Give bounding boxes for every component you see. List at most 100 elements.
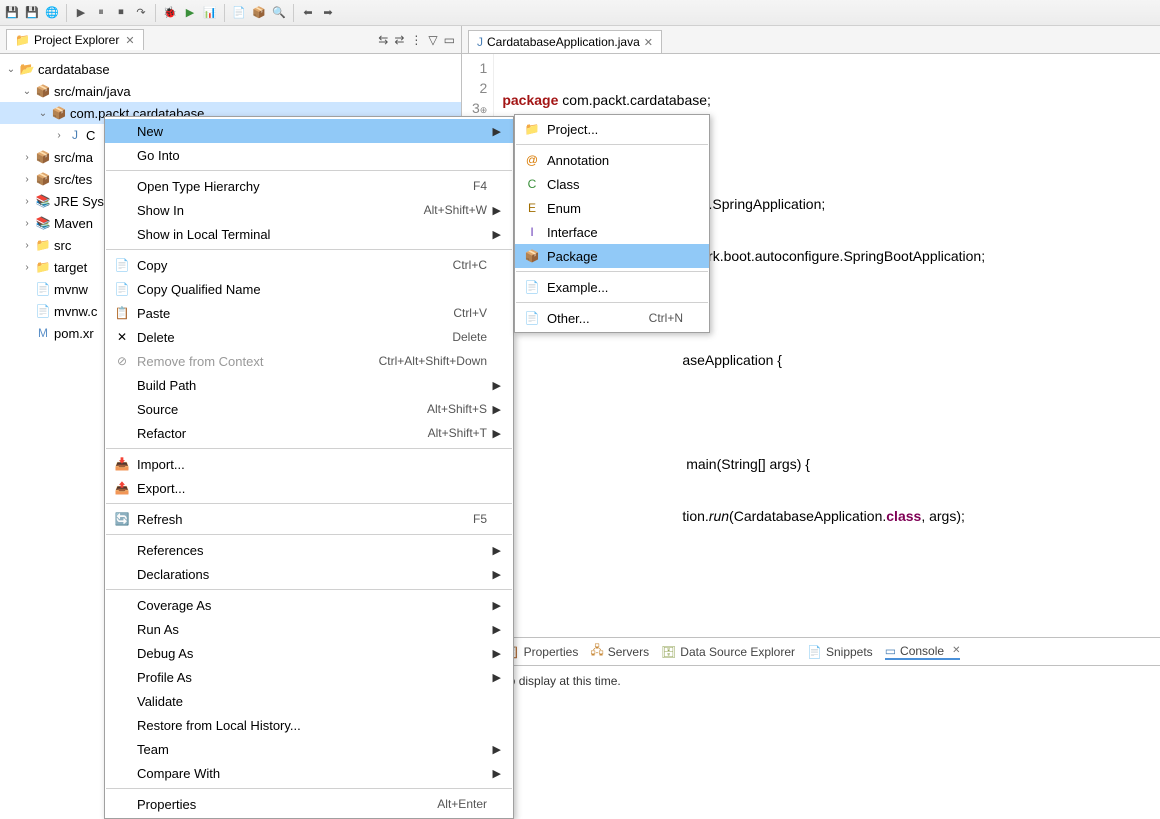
collapse-icon[interactable]: ⇆: [378, 33, 388, 47]
menu-item-annotation[interactable]: @Annotation: [515, 148, 709, 172]
code-text: ework.boot.autoconfigure.SpringBootAppli…: [682, 248, 985, 264]
menu-item-restore-from-local-history[interactable]: Restore from Local History...: [105, 713, 513, 737]
chevron-right-icon[interactable]: ›: [20, 152, 34, 163]
tab-snippets[interactable]: 📄Snippets: [807, 645, 873, 659]
console-icon: ▭: [885, 644, 896, 658]
chevron-down-icon[interactable]: ⌄: [20, 86, 34, 97]
menu-item-source[interactable]: SourceAlt+Shift+S▶: [105, 397, 513, 421]
save-all-icon[interactable]: 💾: [24, 5, 40, 21]
tree-row-project[interactable]: ⌄ 📂 cardatabase: [0, 58, 461, 80]
menu-item-coverage-as[interactable]: Coverage As▶: [105, 593, 513, 617]
menu-separator: [106, 788, 512, 789]
menu-item-paste[interactable]: 📋PasteCtrl+V: [105, 301, 513, 325]
coverage-icon[interactable]: 📊: [202, 5, 218, 21]
chevron-right-icon[interactable]: ›: [20, 196, 34, 207]
menu-item-new[interactable]: New▶: [105, 119, 513, 143]
menu-item-copy-qualified-name[interactable]: 📄Copy Qualified Name: [105, 277, 513, 301]
link-icon[interactable]: ⇄: [394, 33, 404, 47]
new-icon[interactable]: 📄: [231, 5, 247, 21]
menu-item-import[interactable]: 📥Import...: [105, 452, 513, 476]
maximize-icon[interactable]: ▭: [444, 33, 455, 47]
menu-item-compare-with[interactable]: Compare With ▶: [105, 761, 513, 785]
bug-icon[interactable]: 🐞: [162, 5, 178, 21]
menu-item-copy[interactable]: 📄CopyCtrl+C: [105, 253, 513, 277]
menu-item-export[interactable]: 📤Export...: [105, 476, 513, 500]
menu-icon: ⊘: [111, 354, 133, 368]
submenu-arrow-icon: ▶: [487, 767, 501, 780]
menu-shortcut: Delete: [432, 330, 487, 344]
menu-item-team[interactable]: Team▶: [105, 737, 513, 761]
tab-console[interactable]: ▭Console✕: [885, 644, 961, 660]
run-icon[interactable]: ▶: [73, 5, 89, 21]
menu-item-example[interactable]: 📄Example...: [515, 275, 709, 299]
menu-label: Export...: [133, 481, 467, 496]
menu-item-profile-as[interactable]: Profile As▶: [105, 665, 513, 689]
tree-row-src[interactable]: ⌄ 📦 src/main/java: [0, 80, 461, 102]
database-icon: 🗄: [661, 645, 676, 659]
back-icon[interactable]: ⬅: [300, 5, 316, 21]
explorer-title: Project Explorer: [34, 33, 119, 47]
bottom-tabs: kers 📋Properties 🖧Servers 🗄Data Source E…: [464, 638, 1160, 666]
menu-item-show-in[interactable]: Show InAlt+Shift+W▶: [105, 198, 513, 222]
menu-label: Interface: [543, 225, 663, 240]
play-green-icon[interactable]: ▶: [182, 5, 198, 21]
submenu-arrow-icon: ▶: [487, 228, 501, 241]
menu-item-show-in-local-terminal[interactable]: Show in Local Terminal▶: [105, 222, 513, 246]
menu-item-go-into[interactable]: Go Into: [105, 143, 513, 167]
file-icon: 📄: [34, 282, 52, 296]
menu-item-class[interactable]: CClass: [515, 172, 709, 196]
globe-icon[interactable]: 🌐: [44, 5, 60, 21]
save-icon[interactable]: 💾: [4, 5, 20, 21]
tab-servers[interactable]: 🖧Servers: [590, 641, 649, 662]
chevron-right-icon[interactable]: ›: [52, 130, 66, 141]
tab-data-source[interactable]: 🗄Data Source Explorer: [661, 645, 795, 659]
chevron-down-icon[interactable]: ⌄: [4, 64, 18, 75]
menu-item-package[interactable]: 📦Package: [515, 244, 709, 268]
menu-item-open-type-hierarchy[interactable]: Open Type HierarchyF4: [105, 174, 513, 198]
menu-item-run-as[interactable]: Run As▶: [105, 617, 513, 641]
menu-label: Import...: [133, 457, 467, 472]
package-folder-icon: 📦: [34, 84, 52, 98]
view-menu-icon[interactable]: ⋮: [410, 33, 422, 47]
menu-item-other[interactable]: 📄Other...Ctrl+N: [515, 306, 709, 330]
chevron-down-icon[interactable]: ⌄: [36, 108, 50, 119]
menu-item-enum[interactable]: EEnum: [515, 196, 709, 220]
chevron-right-icon[interactable]: ›: [20, 240, 34, 251]
line-number: 3⊕: [472, 98, 487, 118]
tab-properties[interactable]: 📋Properties: [505, 645, 579, 659]
menu-label: Restore from Local History...: [133, 718, 467, 733]
step-icon[interactable]: ↷: [133, 5, 149, 21]
chevron-right-icon[interactable]: ›: [20, 262, 34, 273]
editor-tab[interactable]: J CardatabaseApplication.java ✕: [468, 30, 662, 53]
forward-icon[interactable]: ➡: [320, 5, 336, 21]
chevron-right-icon[interactable]: ›: [20, 218, 34, 229]
keyword: package: [502, 92, 558, 108]
menu-item-debug-as[interactable]: Debug As▶: [105, 641, 513, 665]
menu-item-delete[interactable]: ✕DeleteDelete: [105, 325, 513, 349]
menu-item-interface[interactable]: IInterface: [515, 220, 709, 244]
package-tb-icon[interactable]: 📦: [251, 5, 267, 21]
menu-separator: [516, 144, 708, 145]
menu-item-build-path[interactable]: Build Path▶: [105, 373, 513, 397]
minimize-icon[interactable]: ▽: [428, 33, 437, 47]
menu-item-references[interactable]: References▶: [105, 538, 513, 562]
menu-item-project[interactable]: 📁Project...: [515, 117, 709, 141]
chevron-right-icon[interactable]: ›: [20, 174, 34, 185]
menu-label: Compare With: [133, 766, 467, 781]
menu-item-declarations[interactable]: Declarations▶: [105, 562, 513, 586]
menu-item-refresh[interactable]: 🔄RefreshF5: [105, 507, 513, 531]
pause-icon[interactable]: ⏸: [93, 5, 109, 21]
menu-separator: [106, 589, 512, 590]
close-icon[interactable]: ✕: [952, 645, 960, 656]
stop-icon[interactable]: ⏹: [113, 5, 129, 21]
menu-item-refactor[interactable]: RefactorAlt+Shift+T▶: [105, 421, 513, 445]
explorer-tab[interactable]: 📁 Project Explorer ✕: [6, 29, 144, 50]
menu-shortcut: F4: [453, 179, 487, 193]
code-text: tion.: [682, 508, 708, 524]
close-icon[interactable]: ✕: [125, 34, 134, 47]
close-icon[interactable]: ✕: [644, 36, 653, 49]
search-icon[interactable]: 🔍: [271, 5, 287, 21]
menu-item-properties[interactable]: PropertiesAlt+Enter: [105, 792, 513, 816]
menu-shortcut: Alt+Shift+T: [408, 426, 487, 440]
menu-item-validate[interactable]: Validate: [105, 689, 513, 713]
